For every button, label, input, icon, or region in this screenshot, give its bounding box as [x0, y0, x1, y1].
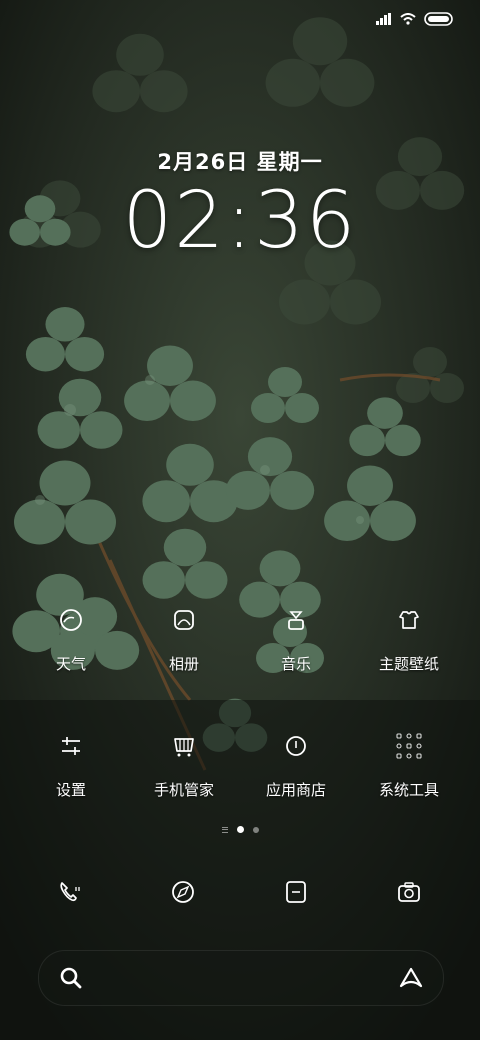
- browser-icon[interactable]: [169, 878, 197, 906]
- folder-system-tools[interactable]: 系统工具: [354, 731, 464, 800]
- wifi-icon: [400, 13, 416, 25]
- app-themes[interactable]: 主题壁纸: [354, 605, 464, 674]
- camera-icon[interactable]: [395, 878, 423, 906]
- app-label: 主题壁纸: [378, 655, 439, 673]
- page-indicator[interactable]: [0, 826, 480, 833]
- app-label: 系统工具: [378, 781, 439, 799]
- status-bar: [376, 12, 454, 26]
- security-icon: [174, 738, 194, 757]
- app-music[interactable]: 音乐: [241, 605, 351, 674]
- phone-icon[interactable]: [56, 878, 84, 906]
- search-bar[interactable]: [38, 950, 444, 1006]
- search-icon: [60, 967, 82, 989]
- battery-icon: [424, 12, 453, 26]
- weather-icon: [60, 609, 82, 631]
- page-dot: [252, 826, 259, 833]
- app-label: 应用商店: [265, 781, 326, 799]
- app-label: 设置: [55, 781, 86, 799]
- app-store-icon: [286, 736, 306, 756]
- settings-icon: [62, 737, 80, 755]
- app-label: 相册: [168, 655, 199, 673]
- app-label: 音乐: [280, 655, 311, 673]
- assistant-icon[interactable]: [397, 964, 425, 992]
- app-gallery[interactable]: 相册: [129, 605, 239, 674]
- themes-icon: [399, 611, 419, 629]
- music-icon: [288, 611, 304, 630]
- signal-icon: [376, 13, 391, 25]
- page-dot-active: [236, 826, 244, 833]
- date-label: 2月26日 星期一: [157, 150, 323, 174]
- feed-indicator: [221, 826, 228, 833]
- app-store[interactable]: 应用商店: [241, 731, 351, 800]
- app-label: 手机管家: [153, 781, 214, 799]
- app-label: 天气: [55, 655, 86, 673]
- clock-time: 02:36: [122, 176, 358, 266]
- gallery-icon: [174, 610, 194, 630]
- messages-icon[interactable]: [282, 878, 310, 906]
- app-security[interactable]: 手机管家: [129, 731, 239, 800]
- app-settings[interactable]: 设置: [16, 731, 126, 800]
- tools-folder-icon: [396, 733, 422, 759]
- app-weather[interactable]: 天气: [16, 605, 126, 674]
